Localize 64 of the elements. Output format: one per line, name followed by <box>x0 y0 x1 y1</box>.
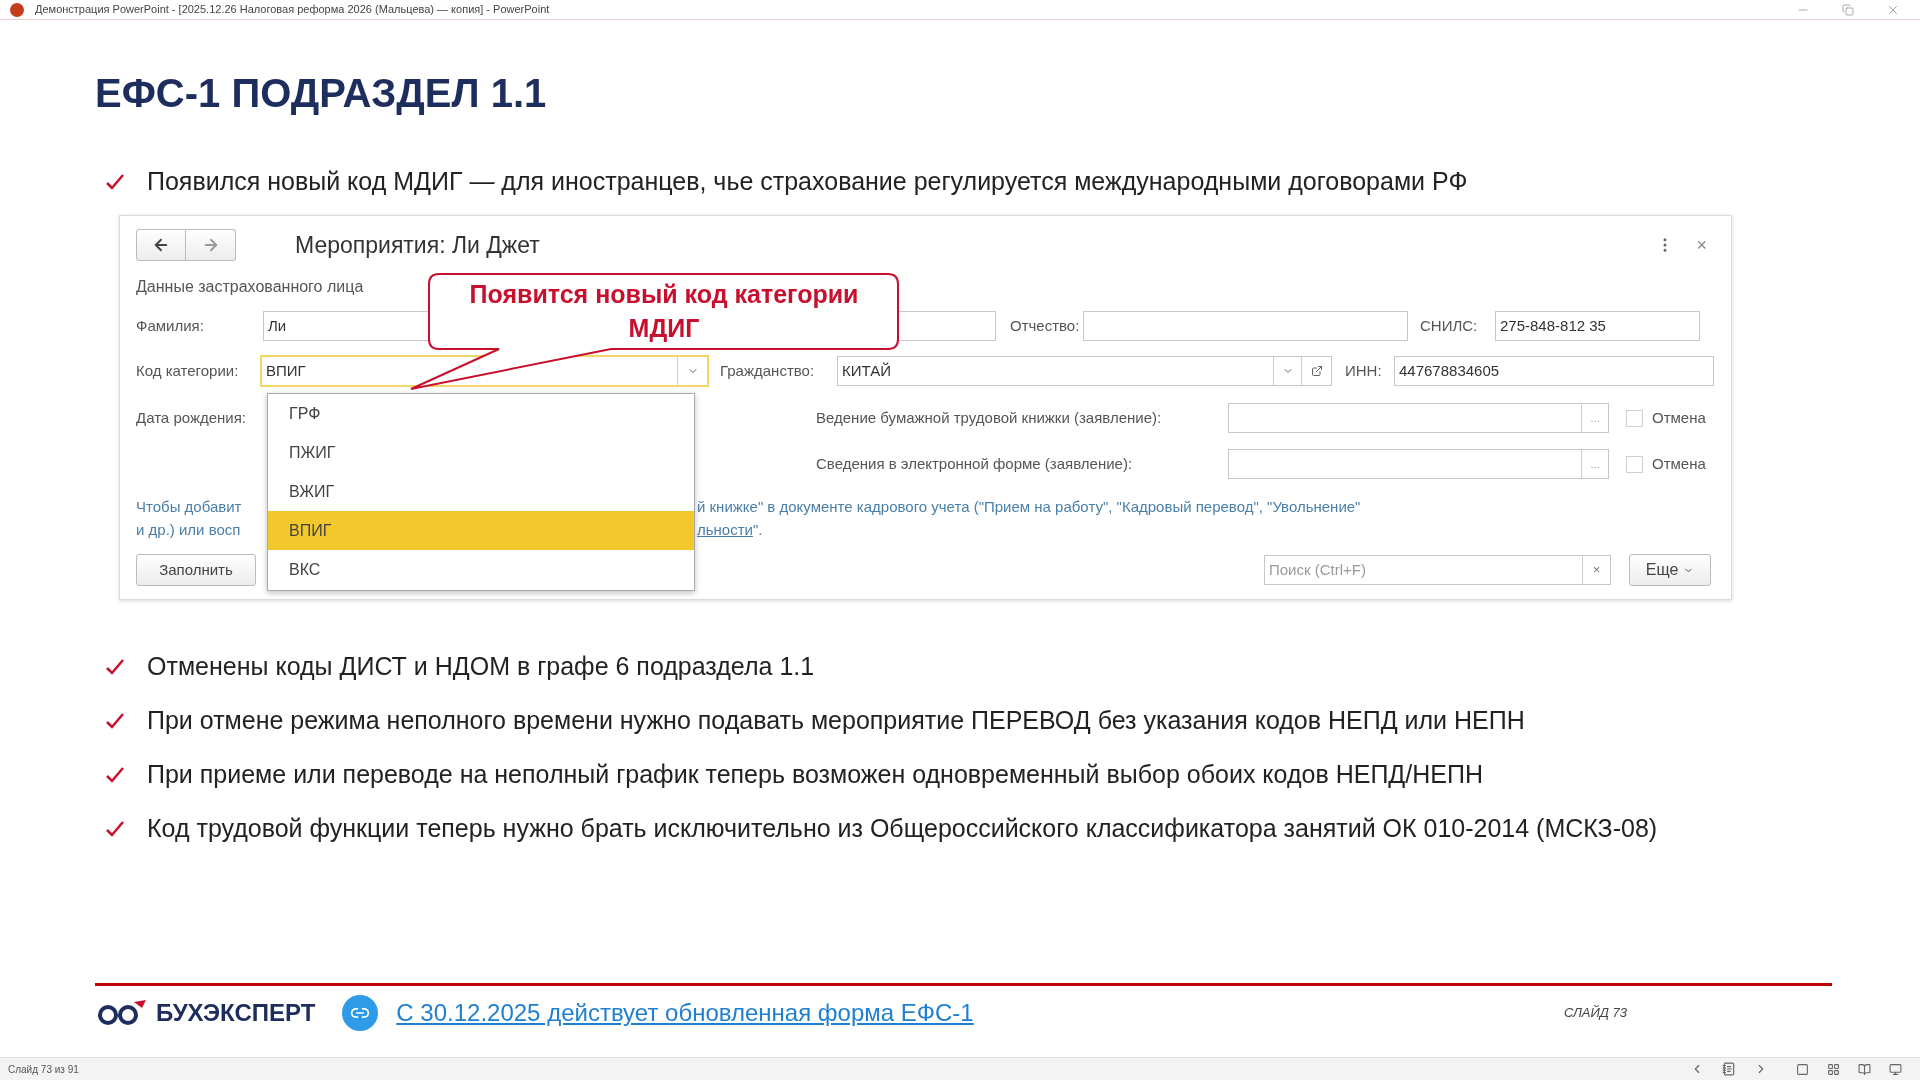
note-link[interactable]: льности <box>697 518 753 541</box>
field-label: ИНН: <box>1344 360 1383 381</box>
note-text: и др.) или восп <box>136 520 242 540</box>
field-label: Фамилия: <box>136 315 205 336</box>
brand-name: БУХЭКСПЕРТ <box>156 998 316 1028</box>
form-title: Мероприятия: Ли Джет <box>295 230 540 260</box>
dropdown-option[interactable]: ВКС <box>268 550 694 589</box>
slideshow-icon[interactable] <box>1889 1062 1902 1076</box>
field-label: Ведение бумажной трудовой книжки (заявление): <box>816 407 1163 428</box>
normal-view-icon[interactable] <box>1796 1062 1809 1076</box>
footer-link[interactable]: С 30.12.2025 действует обновленная форма ЕФС-1 <box>396 995 974 1031</box>
bullet-text: При отмене режима неполного времени нужно подавать мероприятие ПЕРЕВОД без указания кодов НЕПД или НЕПН <box>147 705 1525 737</box>
open-icon[interactable] <box>1310 365 1323 377</box>
logo-icon <box>96 999 148 1027</box>
note-text: й книжке" в документе кадрового учета ("Прием на работу", "Кадровый перевод", "Увольнение" <box>697 497 1361 517</box>
text-field[interactable] <box>1083 311 1408 341</box>
note-text: ". <box>752 520 763 540</box>
bullet-text: Появился новый код МДИГ — для иностранцев, чье страхование регулируется международными договорами РФ <box>147 166 1468 198</box>
slide-number: СЛАЙД 73 <box>1563 1004 1627 1023</box>
app-icon <box>10 2 24 17</box>
clear-button[interactable]: × <box>1582 556 1610 584</box>
select-field[interactable]: ... <box>1228 403 1609 433</box>
field-label: Отчество: <box>1009 315 1081 336</box>
field-label: Дата рождения: <box>136 407 246 428</box>
check-icon <box>105 766 125 784</box>
check-icon <box>105 658 125 676</box>
checkbox-label: Отмена <box>1652 453 1706 474</box>
check-icon <box>105 712 125 730</box>
search-field[interactable]: Поиск (Ctrl+F) × <box>1264 555 1611 585</box>
checkbox-label: Отмена <box>1652 407 1706 428</box>
dropdown-option[interactable]: ПЖИГ <box>268 433 694 473</box>
citizenship-combo[interactable]: КИТАЙ <box>837 356 1332 386</box>
section-heading: Данные застрахованного лица <box>136 277 364 295</box>
more-button[interactable]: Еще <box>1629 554 1711 586</box>
bullet-text: Код трудовой функции теперь нужно брать исключительно из Общероссийского классификатора занятий ОК 010-2014 (МСКЗ-08) <box>147 813 1658 845</box>
dropdown-option[interactable]: ВПИГ <box>268 511 694 551</box>
fill-button[interactable]: Заполнить <box>136 554 256 586</box>
slide-title: ЕФС-1 ПОДРАЗДЕЛ 1.1 <box>95 70 548 117</box>
field-label: Гражданство: <box>719 360 816 381</box>
select-field[interactable]: ... <box>1228 449 1609 479</box>
link-icon <box>342 995 379 1031</box>
check-icon <box>105 820 125 838</box>
slide-counter: Слайд 73 из 91 <box>8 1062 79 1077</box>
bullet-text: Отменены коды ДИСТ и НДОМ в графе 6 подраздела 1.1 <box>147 651 815 683</box>
reading-view-icon[interactable] <box>1858 1062 1871 1076</box>
dropdown-option[interactable]: ВЖИГ <box>268 472 694 512</box>
dropdown-option[interactable]: ГРФ <box>268 395 694 434</box>
grid-view-icon[interactable] <box>1827 1062 1840 1076</box>
select-button[interactable]: ... <box>1581 450 1608 478</box>
field-label: Код категории: <box>136 360 240 381</box>
notes-icon[interactable] <box>1722 1062 1736 1076</box>
note-text: Чтобы добавит <box>136 497 243 517</box>
checkbox[interactable] <box>1626 455 1643 473</box>
window-title: Демонстрация PowerPoint - [2025.12.26 Налоговая реформа 2026 (Мальцева) — копия] - PowerPoint <box>35 2 550 18</box>
select-button[interactable]: ... <box>1581 404 1608 432</box>
bullet-text: При приеме или переводе на неполный график теперь возможен одновременный выбор обоих кодов НЕПД/НЕПН <box>147 759 1483 791</box>
close-button[interactable]: × <box>1696 236 1707 254</box>
back-button[interactable] <box>136 229 186 261</box>
field-label: Сведения в электронной форме (заявление): <box>816 453 1134 474</box>
text-field[interactable]: 275-848-812 35 <box>1495 311 1700 341</box>
checkbox[interactable] <box>1626 409 1643 427</box>
check-icon <box>105 173 125 191</box>
text-field[interactable]: 447678834605 <box>1394 356 1714 386</box>
field-label: СНИЛС: <box>1419 315 1479 336</box>
